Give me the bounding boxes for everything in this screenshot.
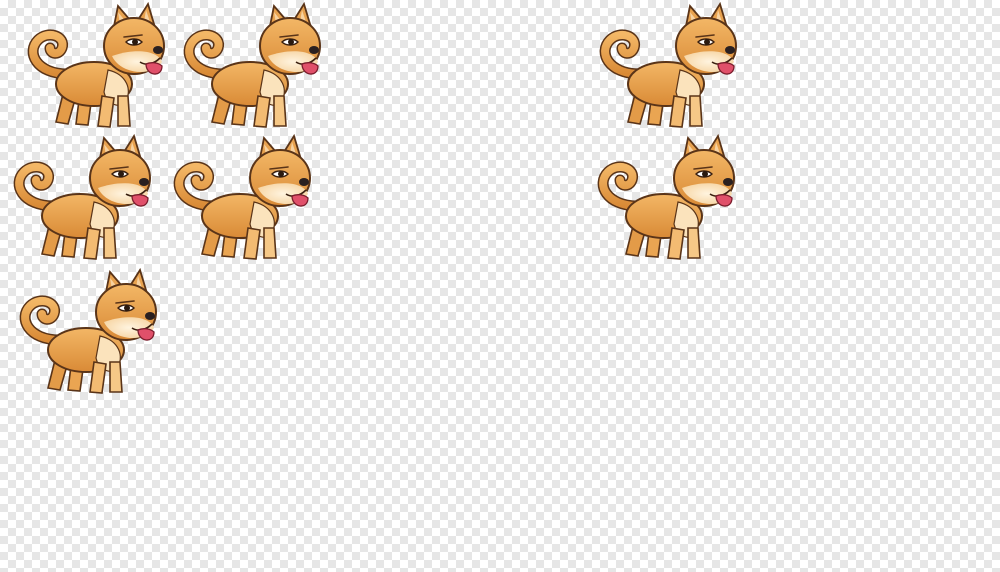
- sprite-sheet-canvas: [0, 0, 1000, 572]
- dog-sprite-frame-6: [592, 136, 742, 266]
- dog-sprite-frame-2: [178, 4, 328, 134]
- shiba-dog-icon: [178, 4, 328, 134]
- dog-sprite-frame-5: [168, 136, 318, 266]
- dog-sprite-frame-4: [8, 136, 158, 266]
- shiba-dog-icon: [594, 4, 744, 134]
- shiba-dog-icon: [592, 136, 742, 266]
- dog-sprite-frame-7: [14, 270, 164, 400]
- shiba-dog-icon: [22, 4, 172, 134]
- shiba-dog-icon: [8, 136, 158, 266]
- dog-sprite-frame-3: [594, 4, 744, 134]
- dog-sprite-frame-1: [22, 4, 172, 134]
- shiba-dog-icon: [168, 136, 318, 266]
- shiba-dog-icon: [14, 270, 164, 400]
